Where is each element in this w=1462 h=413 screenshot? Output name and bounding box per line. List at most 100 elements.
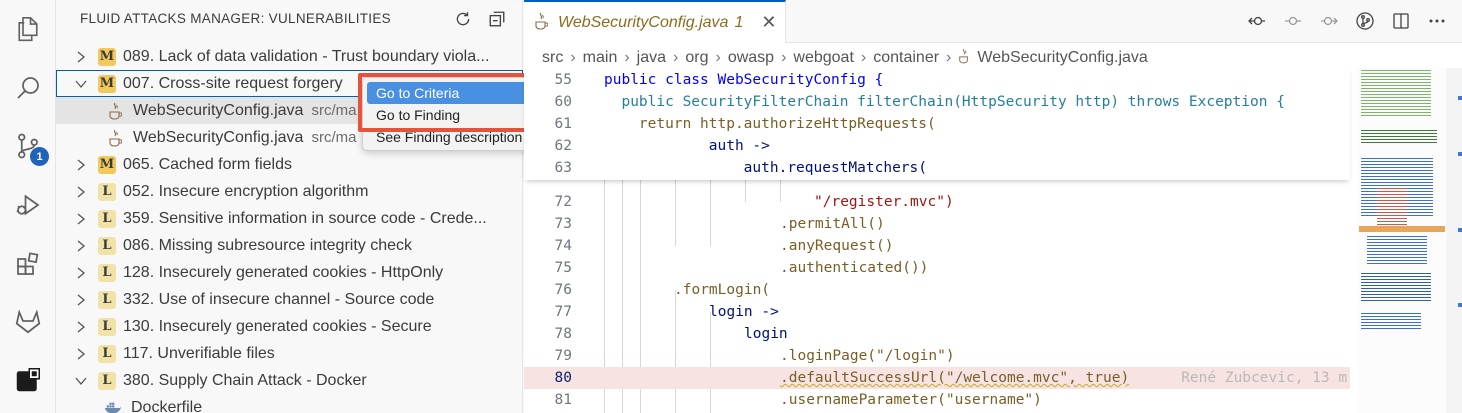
gitlab-icon[interactable] (9, 302, 47, 340)
line-number: 77 (554, 304, 572, 320)
menu-item-go-to-finding[interactable]: Go to Finding (367, 104, 527, 126)
docker-file-icon (104, 399, 122, 413)
refresh-icon[interactable] (452, 8, 474, 30)
code-editor[interactable]: 55 public class WebSecurityConfig { 60 p… (524, 68, 1350, 413)
java-file-icon (958, 48, 970, 69)
code-text: .loginPage("/login") (780, 348, 955, 364)
code-line: 75 .authenticated()) (524, 257, 1350, 279)
fluid-attacks-icon[interactable] (9, 361, 47, 399)
finding-label: 089. Lack of data validation - Trust bou… (123, 47, 490, 65)
sticky-scroll-header: 55 public class WebSecurityConfig { 60 p… (524, 68, 1350, 180)
severity-badge: L (98, 209, 116, 228)
activity-bar: 1 (0, 0, 56, 413)
code-text-warning: .defaultSuccessUrl("/welcome.mvc", true) (780, 370, 1130, 386)
tree-item-finding[interactable]: M 089. Lack of data validation - Trust b… (56, 43, 523, 70)
explorer-icon[interactable] (9, 10, 47, 48)
breadcrumb: src › main › java › org › owasp › webgoat › co… (542, 47, 1148, 69)
line-number: 76 (554, 282, 572, 298)
code-line: 74 .anyRequest() (524, 235, 1350, 257)
code-line: 62 auth -> (524, 135, 1350, 157)
chevron-right-icon (74, 50, 88, 64)
code-line: 77 login -> (524, 301, 1350, 323)
line-number: 80 (554, 370, 572, 386)
code-line-current: 80 .defaultSuccessUrl("/welcome.mvc", tr… (524, 367, 1350, 389)
tree-item-finding[interactable]: L 052. Insecure encryption algorithm (56, 178, 523, 205)
chevron-right-icon: › (860, 49, 867, 66)
code-text: auth.requestMatchers( (604, 160, 928, 176)
close-icon[interactable]: ✕ (761, 12, 776, 33)
menu-item-see-finding-description[interactable]: See Finding description (367, 126, 527, 148)
code-text: return http.authorizeHttpRequests( (604, 116, 936, 132)
run-debug-icon[interactable] (9, 186, 47, 224)
finding-label: 065. Cached form fields (123, 155, 292, 173)
line-number: 73 (554, 216, 572, 232)
minimap[interactable] (1357, 68, 1445, 413)
chevron-right-icon (74, 320, 88, 334)
tree-item-finding[interactable]: L 332. Use of insecure channel - Source … (56, 286, 523, 313)
more-actions-icon[interactable] (1426, 10, 1448, 32)
line-number: 79 (554, 348, 572, 364)
code-line: 78 login (524, 323, 1350, 345)
code-text: login -> (709, 304, 779, 320)
severity-badge: L (98, 290, 116, 309)
chevron-right-icon (74, 347, 88, 361)
chevron-right-icon: › (673, 49, 679, 66)
finding-label: 086. Missing subresource integrity check (123, 236, 413, 254)
breadcrumb-item[interactable]: owasp (728, 49, 774, 67)
code-line: 72 "/register.mvc") (524, 191, 1350, 213)
editor-tab-bar: WebSecurityConfig.java 1 ✕ (524, 0, 1462, 43)
code-line: 61 return http.authorizeHttpRequests( (524, 113, 1350, 135)
search-icon[interactable] (9, 69, 47, 107)
go-forward-icon[interactable] (1318, 10, 1340, 32)
finding-label: 359. Sensitive information in source cod… (123, 209, 487, 227)
code-text: "/register.mvc") (814, 194, 954, 210)
tree-item-finding[interactable]: L 117. Unverifiable files (56, 340, 523, 367)
tree-item-finding[interactable]: L 130. Insecurely generated cookies - Se… (56, 313, 523, 340)
breadcrumb-item[interactable]: container (873, 49, 939, 67)
tree-item-finding[interactable]: L 086. Missing subresource integrity che… (56, 232, 523, 259)
line-number: 78 (554, 326, 572, 342)
chevron-right-icon (74, 293, 88, 307)
breadcrumb-item[interactable]: webgoat (793, 49, 854, 67)
tree-item-finding[interactable]: M 065. Cached form fields (56, 151, 523, 178)
editor-scrollbar[interactable] (1446, 68, 1462, 413)
line-number: 62 (554, 138, 572, 154)
code-text: login (744, 326, 788, 342)
extensions-icon[interactable] (9, 245, 47, 283)
file-path: src/ma (311, 129, 357, 146)
tree-item-file[interactable]: Dockerfile (56, 394, 523, 413)
breadcrumb-item[interactable]: java (637, 49, 666, 67)
breadcrumb-item[interactable]: main (583, 49, 618, 67)
finding-label: 332. Use of insecure channel - Source co… (123, 290, 435, 308)
code-line: 79 .loginPage("/login") (524, 345, 1350, 367)
sidebar-title: FLUID ATTACKS MANAGER: VULNERABILITIES (80, 11, 391, 26)
editor-tab[interactable]: WebSecurityConfig.java 1 ✕ (524, 0, 786, 43)
timeline-icon[interactable] (1282, 10, 1304, 32)
tree-item-finding[interactable]: L 359. Sensitive information in source c… (56, 205, 523, 232)
line-number: 61 (554, 116, 572, 132)
menu-item-go-to-criteria[interactable]: Go to Criteria (367, 82, 527, 104)
code-line: 76 .formLogin( (524, 279, 1350, 301)
severity-badge: M (98, 74, 116, 93)
severity-badge: L (98, 371, 116, 390)
code-line: 81 .usernameParameter("username") (524, 389, 1350, 411)
code-line: 73 .permitAll() (524, 213, 1350, 235)
chevron-right-icon (74, 212, 88, 226)
code-text: .usernameParameter("username") (780, 392, 1042, 408)
tree-item-finding[interactable]: L 380. Supply Chain Attack - Docker (56, 367, 523, 394)
breadcrumb-item[interactable]: src (542, 49, 563, 67)
file-label: WebSecurityConfig.java (133, 101, 304, 119)
breadcrumb-item[interactable]: org (685, 49, 708, 67)
tree-item-finding[interactable]: L 128. Insecurely generated cookies - Ht… (56, 259, 523, 286)
split-editor-icon[interactable] (1390, 10, 1412, 32)
line-number: 55 (554, 72, 572, 88)
finding-label: 380. Supply Chain Attack - Docker (123, 371, 367, 389)
file-label: Dockerfile (131, 398, 203, 413)
code-text: auth -> (604, 138, 770, 154)
collapse-all-icon[interactable] (486, 8, 508, 30)
code-text: .formLogin( (674, 282, 771, 298)
source-control-icon[interactable]: 1 (9, 127, 49, 166)
go-back-icon[interactable] (1246, 10, 1268, 32)
breadcrumb-item[interactable]: WebSecurityConfig.java (977, 49, 1147, 67)
git-graph-icon[interactable] (1354, 10, 1376, 32)
